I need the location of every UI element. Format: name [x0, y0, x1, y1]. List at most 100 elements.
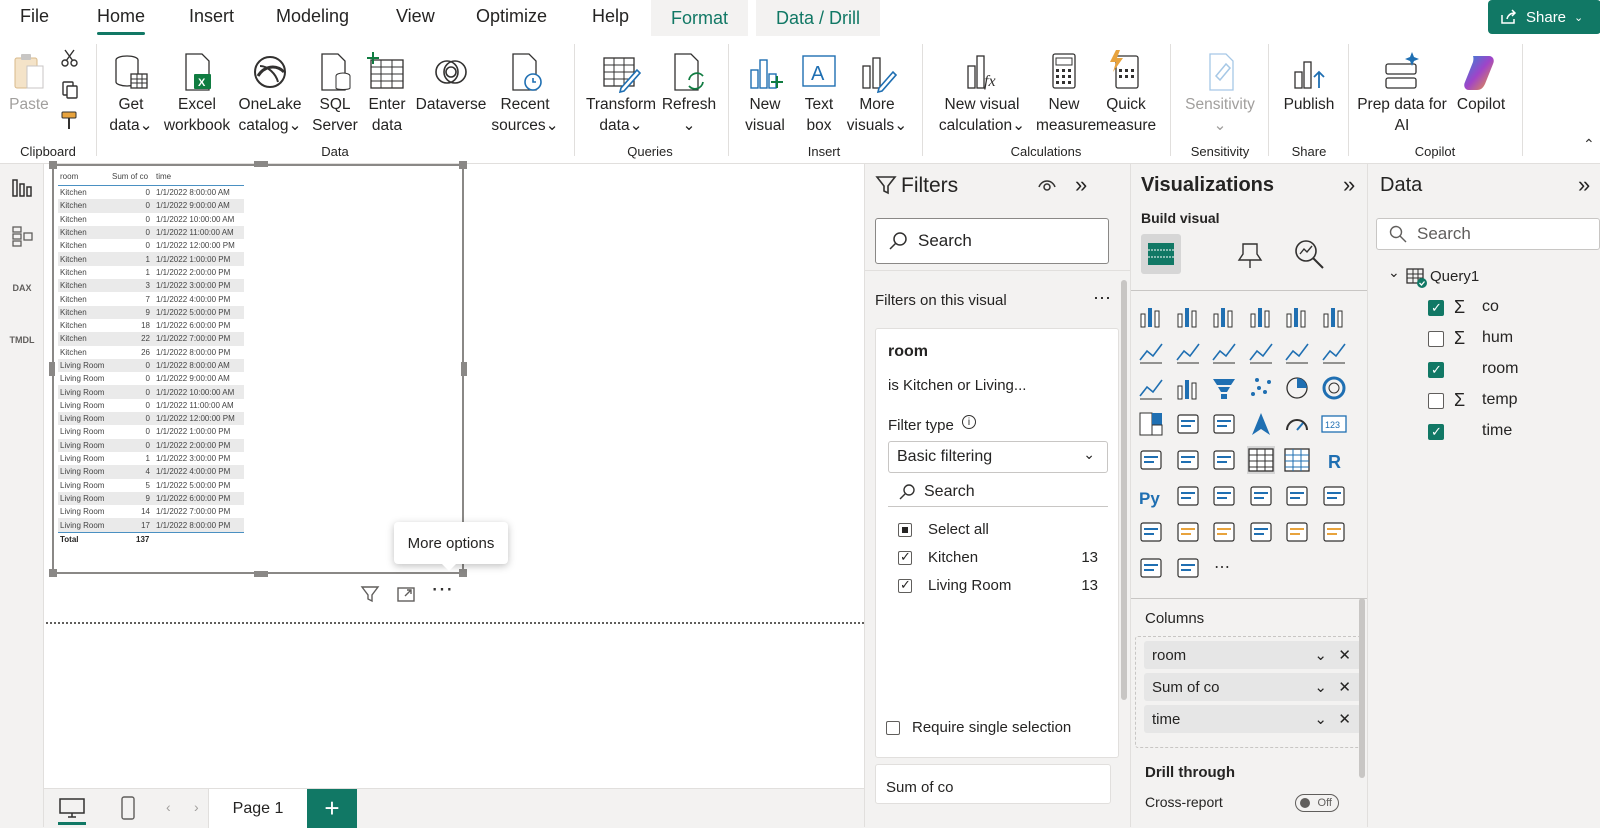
table-row[interactable]: Kitchen 1 1/1/2022 2:00:00 PM — [58, 266, 244, 279]
map-visual-icon[interactable] — [1174, 410, 1202, 438]
tab-help[interactable]: Help — [592, 6, 629, 27]
power-automate-visual-icon[interactable] — [1283, 518, 1311, 546]
pie-visual-icon[interactable] — [1283, 374, 1311, 402]
enter-data-button[interactable]: Enter data — [362, 50, 412, 136]
table-row[interactable]: Kitchen 1 1/1/2022 1:00:00 PM — [58, 252, 244, 266]
table-visual[interactable]: room Sum of co time Kitchen 0 1/1/2022 8:0… — [49, 161, 467, 577]
field-co[interactable]: co — [1482, 298, 1499, 316]
collapse-data-icon[interactable]: » — [1578, 172, 1590, 198]
more-visual-icon[interactable]: ⋯ — [1210, 554, 1238, 582]
filters-search-input[interactable]: Search — [875, 218, 1109, 264]
field-well-sum-of-co[interactable]: Sum of co ⌄ ✕ — [1144, 673, 1361, 701]
power-apps-alt-visual-icon[interactable] — [1137, 554, 1165, 582]
funnel-visual-icon[interactable] — [1210, 374, 1238, 402]
tab-optimize[interactable]: Optimize — [476, 6, 547, 27]
waterfall-visual-icon[interactable] — [1174, 374, 1202, 402]
table-row[interactable]: Kitchen 7 1/1/2022 4:00:00 PM — [58, 292, 244, 305]
filter-icon[interactable] — [360, 584, 380, 604]
focus-mode-icon[interactable] — [396, 584, 416, 604]
table-row[interactable]: Kitchen 9 1/1/2022 5:00:00 PM — [58, 305, 244, 319]
area-visual-icon[interactable] — [1174, 338, 1202, 366]
100-stacked-bar-visual-icon[interactable] — [1283, 302, 1311, 330]
copy-icon[interactable] — [60, 80, 80, 100]
remove-icon[interactable]: ✕ — [1338, 678, 1351, 696]
transform-data-button[interactable]: Transform data⌄ — [584, 50, 658, 136]
quick-measure-button[interactable]: Quick measure — [1094, 50, 1158, 136]
analytics-icon[interactable] — [1293, 238, 1325, 270]
table-row[interactable]: Kitchen 0 1/1/2022 9:00:00 AM — [58, 199, 244, 213]
table-row[interactable]: Living Room 0 1/1/2022 2:00:00 PM — [58, 438, 244, 452]
qa-visual-icon[interactable] — [1247, 482, 1275, 510]
stacked-column-visual-icon[interactable] — [1174, 302, 1202, 330]
resize-handle[interactable] — [254, 571, 268, 577]
resize-handle[interactable] — [49, 161, 57, 169]
smart-narrative-visual-icon[interactable] — [1283, 482, 1311, 510]
table-row[interactable]: Kitchen 0 1/1/2022 11:00:00 AM — [58, 225, 244, 240]
prev-page-icon[interactable]: ‹ — [166, 799, 171, 815]
format-visual-icon[interactable] — [1235, 240, 1265, 270]
donut-visual-icon[interactable] — [1320, 374, 1348, 402]
field-checkbox-co[interactable] — [1428, 300, 1444, 316]
field-temp[interactable]: temp — [1482, 391, 1518, 409]
data-search-input[interactable]: Search — [1376, 218, 1600, 250]
table-row[interactable]: Kitchen 0 1/1/2022 10:00:00 AM — [58, 213, 244, 226]
card-visual-icon[interactable]: 123 — [1320, 410, 1348, 438]
tab-view[interactable]: View — [396, 6, 435, 27]
kitchen-checkbox[interactable] — [898, 549, 912, 565]
filter-type-dropdown[interactable]: Basic filtering ⌄ — [888, 441, 1108, 473]
filter-card-room[interactable]: room is Kitchen or Living... Filter type… — [875, 328, 1119, 758]
sql-server-button[interactable]: SQL Server — [310, 50, 360, 136]
text-box-button[interactable]: A Text box — [794, 50, 844, 136]
tab-insert[interactable]: Insert — [189, 6, 234, 27]
collapse-filters-icon[interactable]: » — [1075, 172, 1087, 198]
filter-option-kitchen[interactable]: Kitchen 13 — [898, 549, 1098, 566]
table-row[interactable]: Kitchen 3 1/1/2022 3:00:00 PM — [58, 279, 244, 293]
columns-drop-zone[interactable]: room ⌄ ✕ Sum of co ⌄ ✕ time ⌄ ✕ — [1135, 636, 1361, 748]
paste-button[interactable]: Paste — [8, 50, 50, 115]
100-stacked-column-visual-icon[interactable] — [1320, 302, 1348, 330]
field-time[interactable]: time — [1482, 422, 1512, 440]
resize-handle[interactable] — [49, 569, 57, 577]
table-row[interactable]: Kitchen 26 1/1/2022 8:00:00 PM — [58, 346, 244, 359]
table-row[interactable]: Kitchen 0 1/1/2022 8:00:00 AM — [58, 186, 244, 199]
field-checkbox-temp[interactable] — [1428, 393, 1444, 409]
prep-data-for-ai-button[interactable]: Prep data for AI — [1356, 50, 1448, 136]
field-well-room[interactable]: room ⌄ ✕ — [1144, 641, 1361, 669]
table-row[interactable]: Living Room 14 1/1/2022 7:00:00 PM — [58, 505, 244, 518]
tab-modeling[interactable]: Modeling — [276, 6, 349, 27]
require-single-selection-option[interactable]: Require single selection — [886, 719, 1071, 736]
filter-option-living-room[interactable]: Living Room 13 — [898, 577, 1098, 594]
column-header-time[interactable]: time — [154, 172, 242, 181]
report-view-icon[interactable] — [6, 172, 38, 204]
desktop-layout-icon[interactable] — [58, 797, 86, 819]
goals-visual-icon[interactable] — [1320, 482, 1348, 510]
arcgis-visual-icon[interactable] — [1320, 518, 1348, 546]
clustered-bar-visual-icon[interactable] — [1210, 302, 1238, 330]
stacked-bar-visual-icon[interactable] — [1137, 302, 1165, 330]
table-row[interactable]: Living Room 9 1/1/2022 6:00:00 PM — [58, 491, 244, 506]
ribbon-visual-icon[interactable] — [1137, 374, 1165, 402]
tab-home[interactable]: Home — [97, 6, 146, 35]
column-header-room[interactable]: room — [58, 172, 110, 181]
copilot-button[interactable]: Copilot — [1448, 50, 1514, 115]
share-button[interactable]: Share ⌄ — [1488, 0, 1600, 34]
living-room-checkbox[interactable] — [898, 577, 912, 593]
onelake-catalog-button[interactable]: OneLake catalog⌄ — [238, 50, 302, 136]
matrix-visual-icon[interactable] — [1283, 446, 1311, 474]
next-page-icon[interactable]: › — [194, 799, 199, 815]
remove-icon[interactable]: ✕ — [1338, 646, 1351, 664]
section-more-icon[interactable]: ⋯ — [1093, 288, 1111, 309]
line-and-clustered-column-visual-icon[interactable] — [1320, 338, 1348, 366]
visualizations-scrollbar[interactable] — [1359, 598, 1365, 778]
field-room[interactable]: room — [1482, 360, 1518, 378]
line-and-stacked-column-visual-icon[interactable] — [1283, 338, 1311, 366]
resize-handle[interactable] — [254, 161, 268, 167]
more-visuals-button[interactable]: More visuals⌄ — [846, 50, 908, 136]
python-visual-icon[interactable]: Py — [1137, 482, 1165, 510]
tmdl-view-icon[interactable]: TMDL — [6, 324, 38, 356]
table-row[interactable]: Living Room 1 1/1/2022 3:00:00 PM — [58, 452, 244, 465]
tab-format[interactable]: Format — [651, 0, 749, 36]
eye-icon[interactable] — [1038, 178, 1056, 192]
chevron-down-icon[interactable]: ⌄ — [1314, 678, 1327, 696]
publish-button[interactable]: Publish — [1278, 50, 1340, 115]
